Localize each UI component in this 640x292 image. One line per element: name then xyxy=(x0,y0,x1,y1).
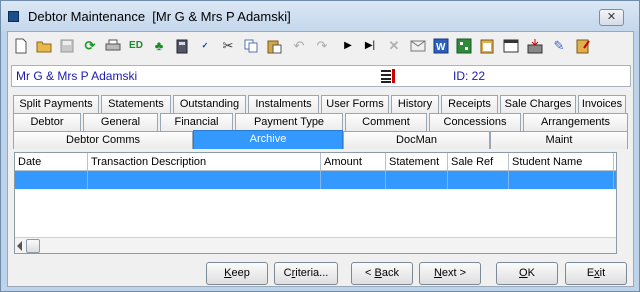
ok-label-post: K xyxy=(527,267,535,279)
tab-comment[interactable]: Comment xyxy=(345,113,427,131)
tab-debtor-comms[interactable]: Debtor Comms xyxy=(13,131,193,149)
tab-archive[interactable]: Archive xyxy=(193,130,343,149)
debtor-info-bar: Mr G & Mrs P Adamski ID: 22 xyxy=(11,65,631,87)
ok-button[interactable]: OK xyxy=(496,262,558,285)
scroll-left-icon[interactable] xyxy=(17,241,22,251)
next-button[interactable]: Next > xyxy=(419,262,481,285)
debtor-id: ID: 22 xyxy=(453,69,486,83)
keep-label-post: eep xyxy=(231,267,250,279)
new-document-icon[interactable] xyxy=(12,37,30,55)
criteria-button[interactable]: Criteria... xyxy=(274,262,338,285)
tab-history[interactable]: History xyxy=(391,95,439,113)
clipboard-icon[interactable] xyxy=(478,37,496,55)
next-accelerator: N xyxy=(433,267,442,279)
tab-split-payments[interactable]: Split Payments xyxy=(13,95,99,113)
undo-icon[interactable]: ↶ xyxy=(290,37,308,55)
table-cell xyxy=(88,171,321,189)
column-header-date[interactable]: Date xyxy=(15,153,88,171)
copy-icon[interactable] xyxy=(242,37,260,55)
print-icon[interactable] xyxy=(104,37,122,55)
criteria-label-post: iteria... xyxy=(295,267,329,279)
play-icon[interactable]: ▶ xyxy=(339,37,357,55)
keep-button[interactable]: Keep xyxy=(206,262,268,285)
tab-debtor[interactable]: Debtor xyxy=(13,113,81,131)
list-flag-icon[interactable] xyxy=(381,69,397,83)
tab-maint[interactable]: Maint xyxy=(490,131,628,149)
exit-label-post: it xyxy=(599,267,606,279)
tab-outstanding[interactable]: Outstanding xyxy=(173,95,246,113)
tab-receipts[interactable]: Receipts xyxy=(441,95,498,113)
tab-statements[interactable]: Statements xyxy=(101,95,171,113)
tab-concessions[interactable]: Concessions xyxy=(429,113,521,131)
save-disk-icon[interactable] xyxy=(58,37,76,55)
next-label-post: ext > xyxy=(441,267,467,279)
tab-general[interactable]: General xyxy=(83,113,158,131)
horizontal-scrollbar[interactable] xyxy=(15,237,616,253)
debtor-maintenance-window: Debtor Maintenance [Mr G & Mrs P Adamski… xyxy=(0,0,640,292)
ed-icon[interactable]: ED xyxy=(127,37,145,55)
close-button[interactable]: ✕ xyxy=(599,9,624,26)
exit-button[interactable]: Exit xyxy=(565,262,627,285)
toolbar: ⟳ ED ♣ ✓ ✂ ↶ ↷ ▶ ▶| ✕ W ✎ xyxy=(8,32,633,60)
grid-header: Date Transaction Description Amount Stat… xyxy=(15,153,616,171)
export-icon[interactable] xyxy=(526,37,544,55)
tab-docman[interactable]: DocMan xyxy=(343,131,490,149)
table-cell xyxy=(509,171,614,189)
debtor-name: Mr G & Mrs P Adamski xyxy=(16,69,138,83)
table-cell xyxy=(386,171,448,189)
edit-clipboard-icon[interactable] xyxy=(574,37,592,55)
column-header-st[interactable]: St xyxy=(614,153,616,171)
spell-check-icon[interactable]: ✓ xyxy=(196,37,214,55)
calendar-icon[interactable] xyxy=(502,37,520,55)
tab-payment-type[interactable]: Payment Type xyxy=(235,113,343,131)
excel-icon[interactable] xyxy=(455,37,473,55)
table-cell xyxy=(614,171,616,189)
column-header-student-name[interactable]: Student Name xyxy=(509,153,614,171)
table-cell xyxy=(448,171,509,189)
tree-icon[interactable]: ♣ xyxy=(150,37,168,55)
word-icon[interactable]: W xyxy=(432,37,450,55)
table-row[interactable] xyxy=(15,171,616,189)
tab-arrangements[interactable]: Arrangements xyxy=(523,113,628,131)
client-area: ⟳ ED ♣ ✓ ✂ ↶ ↷ ▶ ▶| ✕ W ✎ Mr G & Mrs P A… xyxy=(7,31,634,287)
next-record-icon[interactable]: ▶| xyxy=(361,37,379,55)
ok-accelerator: O xyxy=(519,267,528,279)
redo-icon[interactable]: ↷ xyxy=(313,37,331,55)
tag-icon[interactable]: ✎ xyxy=(550,37,568,55)
back-label-post: ack xyxy=(381,267,399,279)
open-folder-icon[interactable] xyxy=(35,37,53,55)
delete-icon[interactable]: ✕ xyxy=(385,37,403,55)
back-button[interactable]: < Back xyxy=(351,262,413,285)
window-title: Debtor Maintenance [Mr G & Mrs P Adamski… xyxy=(28,9,291,24)
tab-sale-charges[interactable]: Sale Charges xyxy=(500,95,576,113)
back-accelerator: B xyxy=(374,267,382,279)
column-header-statement[interactable]: Statement xyxy=(386,153,448,171)
title-bar[interactable]: Debtor Maintenance [Mr G & Mrs P Adamski… xyxy=(1,1,639,31)
archive-grid[interactable]: Date Transaction Description Amount Stat… xyxy=(14,152,617,254)
app-icon xyxy=(8,11,19,22)
criteria-label-pre: C xyxy=(283,267,292,279)
table-cell xyxy=(321,171,386,189)
paste-icon[interactable] xyxy=(265,37,283,55)
column-header-amount[interactable]: Amount xyxy=(321,153,386,171)
tab-invoices[interactable]: Invoices xyxy=(578,95,626,113)
column-header-sale-ref[interactable]: Sale Ref xyxy=(448,153,509,171)
back-label-pre: < xyxy=(365,267,375,279)
calculator-icon[interactable] xyxy=(173,37,191,55)
email-icon[interactable] xyxy=(409,37,427,55)
svg-text:W: W xyxy=(436,42,446,53)
refresh-icon[interactable]: ⟳ xyxy=(81,37,99,55)
scrollbar-thumb[interactable] xyxy=(26,239,40,253)
table-cell xyxy=(15,171,88,189)
column-header-transaction-description[interactable]: Transaction Description xyxy=(88,153,321,171)
tab-instalments[interactable]: Instalments xyxy=(248,95,319,113)
cut-icon[interactable]: ✂ xyxy=(219,37,237,55)
tab-user-forms[interactable]: User Forms xyxy=(321,95,389,113)
tab-financial[interactable]: Financial xyxy=(160,113,233,131)
